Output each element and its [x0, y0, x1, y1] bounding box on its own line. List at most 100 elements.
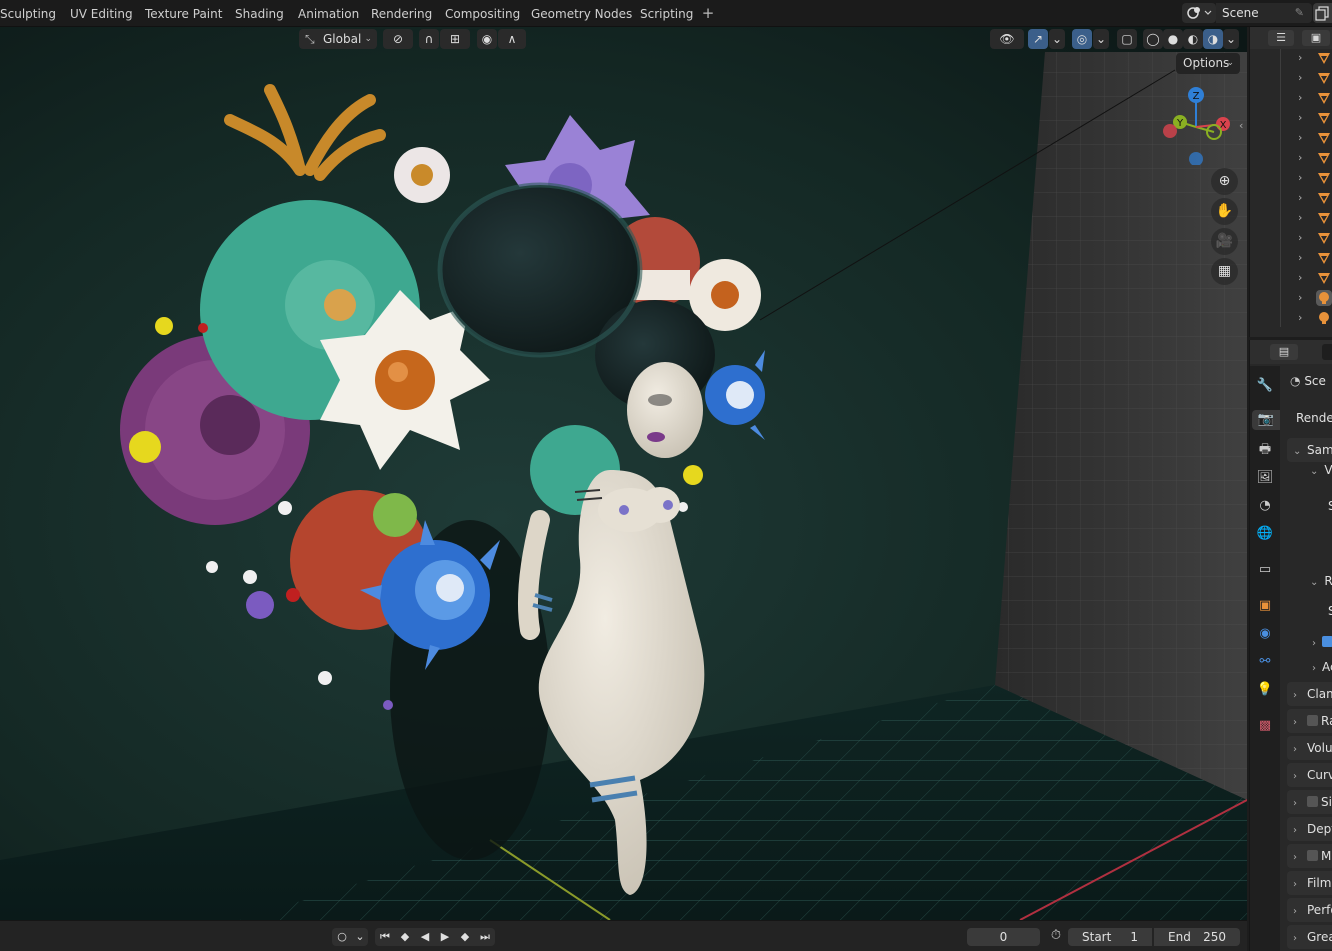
keying-dropdown[interactable]: ⌄: [352, 928, 368, 946]
light-bulb-icon[interactable]: [1316, 290, 1332, 306]
tab-geometry-nodes[interactable]: Geometry Nodes: [531, 3, 632, 25]
display-mode-icon[interactable]: ☰: [1268, 30, 1294, 46]
sidebar-toggle-icon[interactable]: ‹: [1239, 119, 1243, 132]
mesh-icon[interactable]: [1316, 270, 1332, 286]
chevron-right-icon[interactable]: ›: [1298, 231, 1302, 244]
chevron-right-icon[interactable]: ›: [1298, 171, 1302, 184]
filter-icon[interactable]: ▣: [1302, 30, 1330, 46]
data-tab-icon[interactable]: 💡: [1255, 680, 1275, 700]
tab-animation[interactable]: Animation: [298, 3, 359, 25]
raytracing-checkbox[interactable]: [1307, 715, 1318, 726]
chevron-right-icon[interactable]: ›: [1298, 111, 1302, 124]
mesh-icon[interactable]: [1316, 170, 1332, 186]
overlays-toggle[interactable]: ◎: [1072, 29, 1092, 49]
pan-hand-icon[interactable]: ✋: [1211, 198, 1238, 225]
outliner-row[interactable]: ›: [1280, 169, 1332, 189]
outliner-row[interactable]: ›: [1280, 69, 1332, 89]
outliner-row[interactable]: ›: [1280, 209, 1332, 229]
xray-toggle[interactable]: ▢: [1117, 29, 1137, 49]
light-bulb-icon[interactable]: [1316, 310, 1332, 326]
solid-shading-button[interactable]: ●: [1163, 29, 1183, 49]
zoom-icon[interactable]: ⊕: [1211, 168, 1238, 195]
section-clamping[interactable]: › Clam: [1287, 682, 1332, 706]
navigation-gizmo[interactable]: Z Y X: [1160, 85, 1230, 165]
play-reverse-button[interactable]: ◀: [415, 928, 435, 946]
current-frame-field[interactable]: 0: [967, 928, 1040, 946]
scene-tab-icon[interactable]: ◔: [1255, 496, 1275, 516]
search-icon[interactable]: [1322, 344, 1332, 360]
scene-name-field[interactable]: Scene ✎: [1216, 3, 1312, 23]
play-button[interactable]: ▶: [435, 928, 455, 946]
mesh-icon[interactable]: [1316, 50, 1332, 66]
section-motion-blur[interactable]: › M: [1287, 844, 1332, 868]
output-tab-icon[interactable]: 🖶: [1255, 440, 1275, 460]
chevron-right-icon[interactable]: ›: [1298, 291, 1302, 304]
gizmo-dropdown[interactable]: ⌄: [1049, 29, 1065, 49]
chevron-right-icon[interactable]: ›: [1298, 271, 1302, 284]
denoise-row[interactable]: ›: [1312, 635, 1332, 649]
denoise-checkbox[interactable]: [1322, 636, 1332, 647]
mesh-icon[interactable]: [1316, 250, 1332, 266]
overlays-dropdown[interactable]: ⌄: [1093, 29, 1109, 49]
pivot-point-dropdown[interactable]: ⊘: [383, 29, 413, 49]
outliner-row[interactable]: ›: [1280, 109, 1332, 129]
tab-compositing[interactable]: Compositing: [445, 3, 520, 25]
world-tab-icon[interactable]: 🌐: [1255, 524, 1275, 544]
simplify-checkbox[interactable]: [1307, 796, 1318, 807]
section-sampling[interactable]: ⌄Samp: [1287, 438, 1332, 462]
start-frame-field[interactable]: Start 1: [1068, 928, 1152, 946]
chevron-right-icon[interactable]: ›: [1298, 211, 1302, 224]
end-frame-field[interactable]: End 250: [1154, 928, 1240, 946]
chevron-right-icon[interactable]: ›: [1298, 311, 1302, 324]
pin-icon[interactable]: ✎: [1295, 3, 1304, 23]
outliner-row[interactable]: ›: [1280, 289, 1332, 309]
object-tab-icon[interactable]: ▣: [1255, 596, 1275, 616]
section-render[interactable]: ⌄Re: [1310, 574, 1332, 588]
physics-tab-icon[interactable]: ◉: [1255, 624, 1275, 644]
chevron-right-icon[interactable]: ›: [1298, 91, 1302, 104]
rendered-shading-button[interactable]: ◑: [1203, 29, 1223, 49]
mesh-icon[interactable]: [1316, 90, 1332, 106]
section-depth-of-field[interactable]: ›Dept: [1287, 817, 1332, 841]
transform-orientation-dropdown[interactable]: ⤡ Global ⌄: [299, 29, 377, 49]
outliner-row[interactable]: ›: [1280, 249, 1332, 269]
texture-tab-icon[interactable]: ▩: [1255, 716, 1275, 736]
axis-neg-z-icon[interactable]: [1189, 152, 1203, 165]
new-scene-button[interactable]: [1313, 3, 1332, 23]
chevron-right-icon[interactable]: ›: [1298, 151, 1302, 164]
clock-icon[interactable]: ⏱: [1047, 927, 1065, 945]
camera-view-icon[interactable]: 🎥: [1211, 228, 1238, 255]
tab-texture-paint[interactable]: Texture Paint: [145, 3, 222, 25]
keying-toggle[interactable]: ○: [332, 928, 352, 946]
render-tab-icon[interactable]: 📷: [1252, 410, 1280, 430]
chevron-right-icon[interactable]: ›: [1298, 131, 1302, 144]
mesh-icon[interactable]: [1316, 110, 1332, 126]
mesh-icon[interactable]: [1316, 150, 1332, 166]
outliner-row[interactable]: ›: [1280, 49, 1332, 69]
wireframe-shading-button[interactable]: ◯: [1143, 29, 1163, 49]
field-s-1[interactable]: S: [1328, 499, 1332, 513]
axis-neg-x-icon[interactable]: [1163, 124, 1177, 138]
jump-start-button[interactable]: ⏮: [375, 928, 395, 946]
outliner[interactable]: ☰ ▣ › › › › › › › › › › › › › ›: [1249, 27, 1332, 337]
ortho-grid-icon[interactable]: ▦: [1211, 258, 1238, 285]
tab-shading[interactable]: Shading: [235, 3, 284, 25]
next-keyframe-button[interactable]: ◆: [455, 928, 475, 946]
section-viewport[interactable]: ⌄Vi: [1310, 463, 1332, 477]
prev-keyframe-button[interactable]: ◆: [395, 928, 415, 946]
chevron-right-icon[interactable]: ›: [1298, 51, 1302, 64]
section-volumes[interactable]: › Volu: [1287, 736, 1332, 760]
field-s-2[interactable]: S: [1328, 604, 1332, 618]
chevron-right-icon[interactable]: ›: [1298, 251, 1302, 264]
tab-uv-editing[interactable]: UV Editing: [70, 3, 133, 25]
section-simplify[interactable]: › Si: [1287, 790, 1332, 814]
mesh-icon[interactable]: [1316, 130, 1332, 146]
constraints-tab-icon[interactable]: ⚯: [1255, 652, 1275, 672]
section-film[interactable]: › Film: [1287, 871, 1332, 895]
chevron-right-icon[interactable]: ›: [1298, 191, 1302, 204]
outliner-row[interactable]: ›: [1280, 269, 1332, 289]
section-grease-pencil[interactable]: ›Grea: [1287, 925, 1332, 949]
section-performance[interactable]: ›Perfo: [1287, 898, 1332, 922]
section-curves[interactable]: › Curv: [1287, 763, 1332, 787]
outliner-row[interactable]: ›: [1280, 89, 1332, 109]
